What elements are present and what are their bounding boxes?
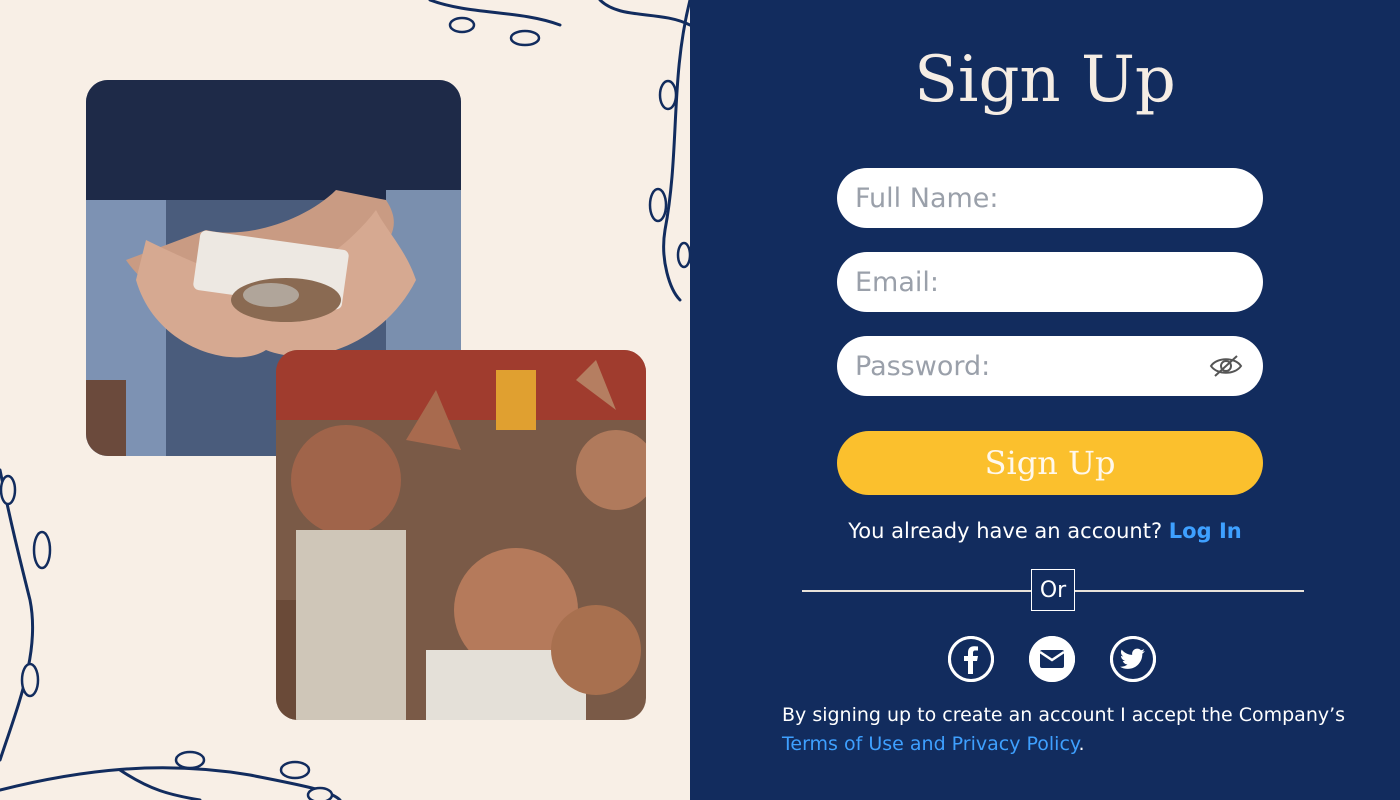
email-signup-button[interactable] <box>1029 636 1075 682</box>
terms-notice: By signing up to create an account I acc… <box>782 701 1382 759</box>
terms-end: . <box>1078 733 1085 755</box>
email-field-wrapper <box>837 252 1263 312</box>
email-input[interactable] <box>837 252 1195 312</box>
twitter-signup-button[interactable] <box>1110 636 1156 682</box>
password-field-wrapper <box>837 336 1263 396</box>
login-prompt: You already have an account? Log In <box>690 517 1400 545</box>
full-name-field-wrapper <box>837 168 1263 228</box>
facebook-icon <box>948 636 994 682</box>
full-name-input[interactable] <box>837 168 1195 228</box>
account-prompt-text: You already have an account? <box>848 519 1163 543</box>
twitter-icon <box>1110 636 1156 682</box>
divider-right <box>1075 590 1304 592</box>
sign-up-button[interactable]: Sign Up <box>837 431 1263 495</box>
left-illustration-panel <box>0 0 690 800</box>
facebook-signup-button[interactable] <box>948 636 994 682</box>
password-input[interactable] <box>837 336 1195 396</box>
mail-icon <box>1029 636 1075 682</box>
divider-left <box>802 590 1031 592</box>
page-title: Sign Up <box>914 43 1176 117</box>
login-link[interactable]: Log In <box>1169 519 1242 543</box>
terms-link[interactable]: Terms of Use and Privacy Policy <box>782 733 1078 755</box>
eye-hidden-icon[interactable] <box>1209 354 1243 378</box>
smiling-children-photo <box>276 350 646 720</box>
or-separator: Or <box>1031 569 1075 611</box>
terms-text: By signing up to create an account I acc… <box>782 704 1346 726</box>
